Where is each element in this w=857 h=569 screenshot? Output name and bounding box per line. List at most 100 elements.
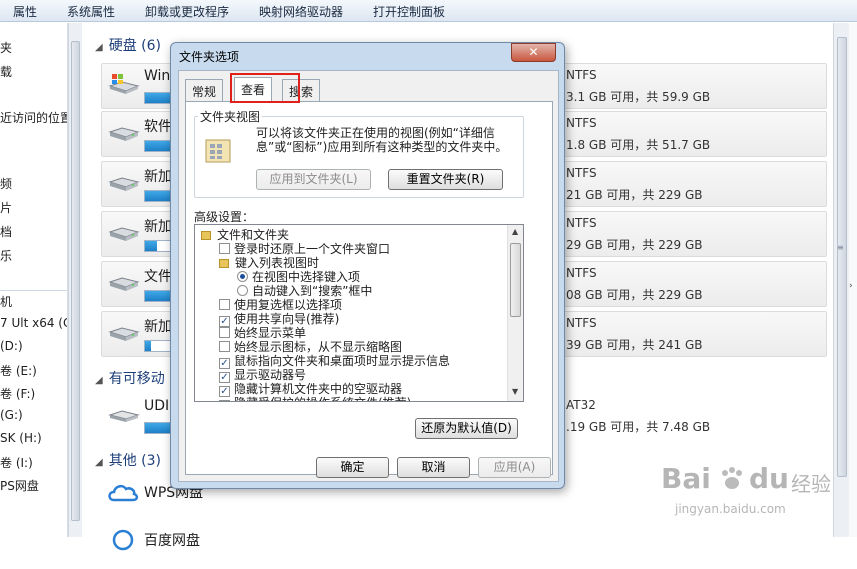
drive-name: 新加: [144, 169, 172, 185]
nav-item-recent-places[interactable]: 近访问的位置: [0, 109, 67, 126]
advanced-setting-label: 在视图中选择键入项: [252, 270, 361, 284]
drive-usage-fill: [145, 341, 151, 351]
nav-scrollbar-thumb[interactable]: [71, 41, 80, 521]
scrollbar-grip-icon: ≡: [837, 243, 844, 252]
advanced-setting-radio[interactable]: 在视图中选择键入项: [237, 270, 360, 284]
drive-free-space: 29 GB 可用，共 229 GB: [566, 238, 703, 252]
ok-button[interactable]: 确定: [316, 457, 389, 478]
nav-item-drive-e[interactable]: 卷 (E:): [0, 362, 37, 379]
advanced-setting-label: 使用复选框以选择项: [234, 298, 343, 312]
advanced-setting-folder: 文件和文件夹: [201, 228, 289, 242]
nav-item-computer[interactable]: 机: [0, 293, 12, 310]
tab-general[interactable]: 常规: [185, 79, 224, 101]
properties-button[interactable]: 属性: [13, 3, 37, 20]
drive-filesystem: NTFS: [566, 68, 597, 82]
advanced-setting-label: 自动键入到“搜索”框中: [252, 284, 373, 298]
drive-filesystem: NTFS: [566, 216, 597, 230]
checkbox[interactable]: [219, 243, 230, 254]
map-network-drive-button[interactable]: 映射网络驱动器: [259, 3, 343, 20]
nav-item-drive-g[interactable]: (G:): [0, 408, 23, 422]
radio-button[interactable]: [237, 285, 248, 296]
drive-filesystem: NTFS: [566, 116, 597, 130]
group-header-hard-disks[interactable]: ◢ 硬盘 (6): [95, 35, 161, 55]
group-header-removable[interactable]: ◢ 有可移动: [95, 368, 165, 388]
nav-item[interactable]: 载: [0, 63, 12, 80]
advanced-setting-check[interactable]: ✓ 隐藏计算机文件夹中的空驱动器: [219, 382, 402, 397]
collapse-triangle-icon[interactable]: ◢: [95, 457, 103, 468]
advanced-setting-radio[interactable]: 自动键入到“搜索”框中: [237, 284, 372, 298]
folder-view-description: 可以将该文件夹正在使用的视图(例如“详细信息”或“图标”)应用到所有这种类型的文…: [256, 126, 508, 154]
collapse-triangle-icon[interactable]: ◢: [95, 42, 103, 53]
nav-scrollbar[interactable]: [68, 23, 82, 537]
drive-free-space: 1.8 GB 可用，共 51.7 GB: [566, 138, 711, 152]
nav-item-drive-i[interactable]: 卷 (I:): [0, 454, 33, 471]
collapse-triangle-icon[interactable]: ◢: [95, 375, 103, 386]
group-header-other[interactable]: ◢ 其他 (3): [95, 450, 161, 470]
folder-view-legend: 文件夹视图: [198, 108, 263, 125]
nav-item-drive-h[interactable]: SK (H:): [0, 431, 42, 445]
watermark-suffix: 经验: [791, 472, 831, 496]
checkbox[interactable]: [219, 299, 230, 310]
hard-drive-icon: [108, 327, 140, 341]
nav-item[interactable]: 乐: [0, 247, 12, 264]
advanced-setting-check[interactable]: ✓ 隐藏受保护的操作系统文件(推荐): [219, 396, 411, 401]
drive-filesystem: NTFS: [566, 166, 597, 180]
uninstall-program-button[interactable]: 卸载或更改程序: [145, 3, 229, 20]
advanced-setting-check[interactable]: 始终显示图标，从不显示缩略图: [219, 340, 402, 354]
nav-item-drive-c[interactable]: 7 Ult x64 (C: [0, 316, 67, 330]
checkbox[interactable]: [219, 327, 230, 338]
folder-icon: [201, 231, 211, 240]
chevron-right-icon[interactable]: ›: [849, 281, 853, 291]
apply-button[interactable]: 应用(A): [478, 457, 551, 478]
content-scrollbar-thumb[interactable]: [837, 37, 847, 477]
drive-name: 软件: [144, 119, 172, 135]
watermark-url: jingyan.baidu.com: [675, 502, 786, 516]
advanced-setting-label: 隐藏受保护的操作系统文件(推荐): [234, 396, 411, 401]
advanced-setting-label: 始终显示图标，从不显示缩略图: [234, 340, 403, 354]
watermark-brand-2: du: [749, 462, 789, 495]
advanced-settings-list[interactable]: 文件和文件夹 登录时还原上一个文件夹窗口 键入列表视图时 在视图中选择键入项 自动键入到…: [194, 224, 524, 402]
nav-item-drive-d[interactable]: (D:): [0, 339, 23, 353]
advanced-settings-scrollbar[interactable]: ▲ ▼: [507, 225, 523, 401]
drive-name: 文件: [144, 269, 172, 285]
advanced-setting-label: 登录时还原上一个文件夹窗口: [234, 242, 391, 256]
scroll-up-icon[interactable]: ▲: [512, 227, 518, 236]
apply-to-folders-button[interactable]: 应用到文件夹(L): [256, 169, 371, 190]
nav-item[interactable]: 片: [0, 199, 12, 216]
restore-defaults-button[interactable]: 还原为默认值(D): [415, 418, 518, 439]
advanced-setting-check[interactable]: 始终显示菜单: [219, 326, 306, 340]
drive-usage-fill: [145, 241, 157, 251]
drive-free-space: 39 GB 可用，共 241 GB: [566, 338, 703, 352]
nav-item[interactable]: 档: [0, 223, 12, 240]
nav-item[interactable]: 夹: [0, 39, 12, 56]
checkbox[interactable]: [219, 341, 230, 352]
reset-folders-button[interactable]: 重置文件夹(R): [388, 169, 503, 190]
checkbox[interactable]: ✓: [219, 400, 230, 401]
nav-item-wps[interactable]: PS网盘: [0, 477, 39, 494]
open-control-panel-button[interactable]: 打开控制面板: [373, 3, 445, 20]
advanced-settings-scrollbar-thumb[interactable]: [510, 243, 521, 317]
close-button[interactable]: ✕: [511, 43, 556, 62]
windows-drive-icon: [108, 74, 140, 94]
drive-name: 新加: [144, 219, 172, 235]
radio-button[interactable]: [237, 271, 248, 282]
advanced-setting-check[interactable]: 登录时还原上一个文件夹窗口: [219, 242, 390, 256]
advanced-setting-check[interactable]: ✓ 使用共享向导(推荐): [219, 312, 339, 327]
annotation-highlight-box: [230, 73, 300, 103]
drive-filesystem: AT32: [566, 398, 596, 412]
system-properties-button[interactable]: 系统属性: [67, 3, 115, 20]
nav-item[interactable]: 频: [0, 175, 12, 192]
advanced-setting-folder: 键入列表视图时: [219, 256, 319, 270]
advanced-setting-check[interactable]: ✓ 显示驱动器号: [219, 368, 306, 383]
paw-icon: [722, 467, 742, 489]
drive-name: 百度网盘: [144, 533, 200, 549]
nav-item-drive-f[interactable]: 卷 (F:): [0, 385, 35, 402]
advanced-setting-check[interactable]: ✓ 鼠标指向文件夹和桌面项时显示提示信息: [219, 354, 450, 369]
hard-drive-icon: [108, 227, 140, 241]
cloud-icon: [108, 484, 139, 502]
advanced-setting-check[interactable]: 使用复选框以选择项: [219, 298, 342, 312]
dialog-body: 常规 查看 搜索 文件夹视图 可以将该文件夹正在使用的视图(例如“详细信息”或“…: [178, 70, 559, 482]
details-edge: ›: [849, 23, 857, 537]
cancel-button[interactable]: 取消: [397, 457, 470, 478]
scroll-down-icon[interactable]: ▼: [512, 387, 518, 396]
